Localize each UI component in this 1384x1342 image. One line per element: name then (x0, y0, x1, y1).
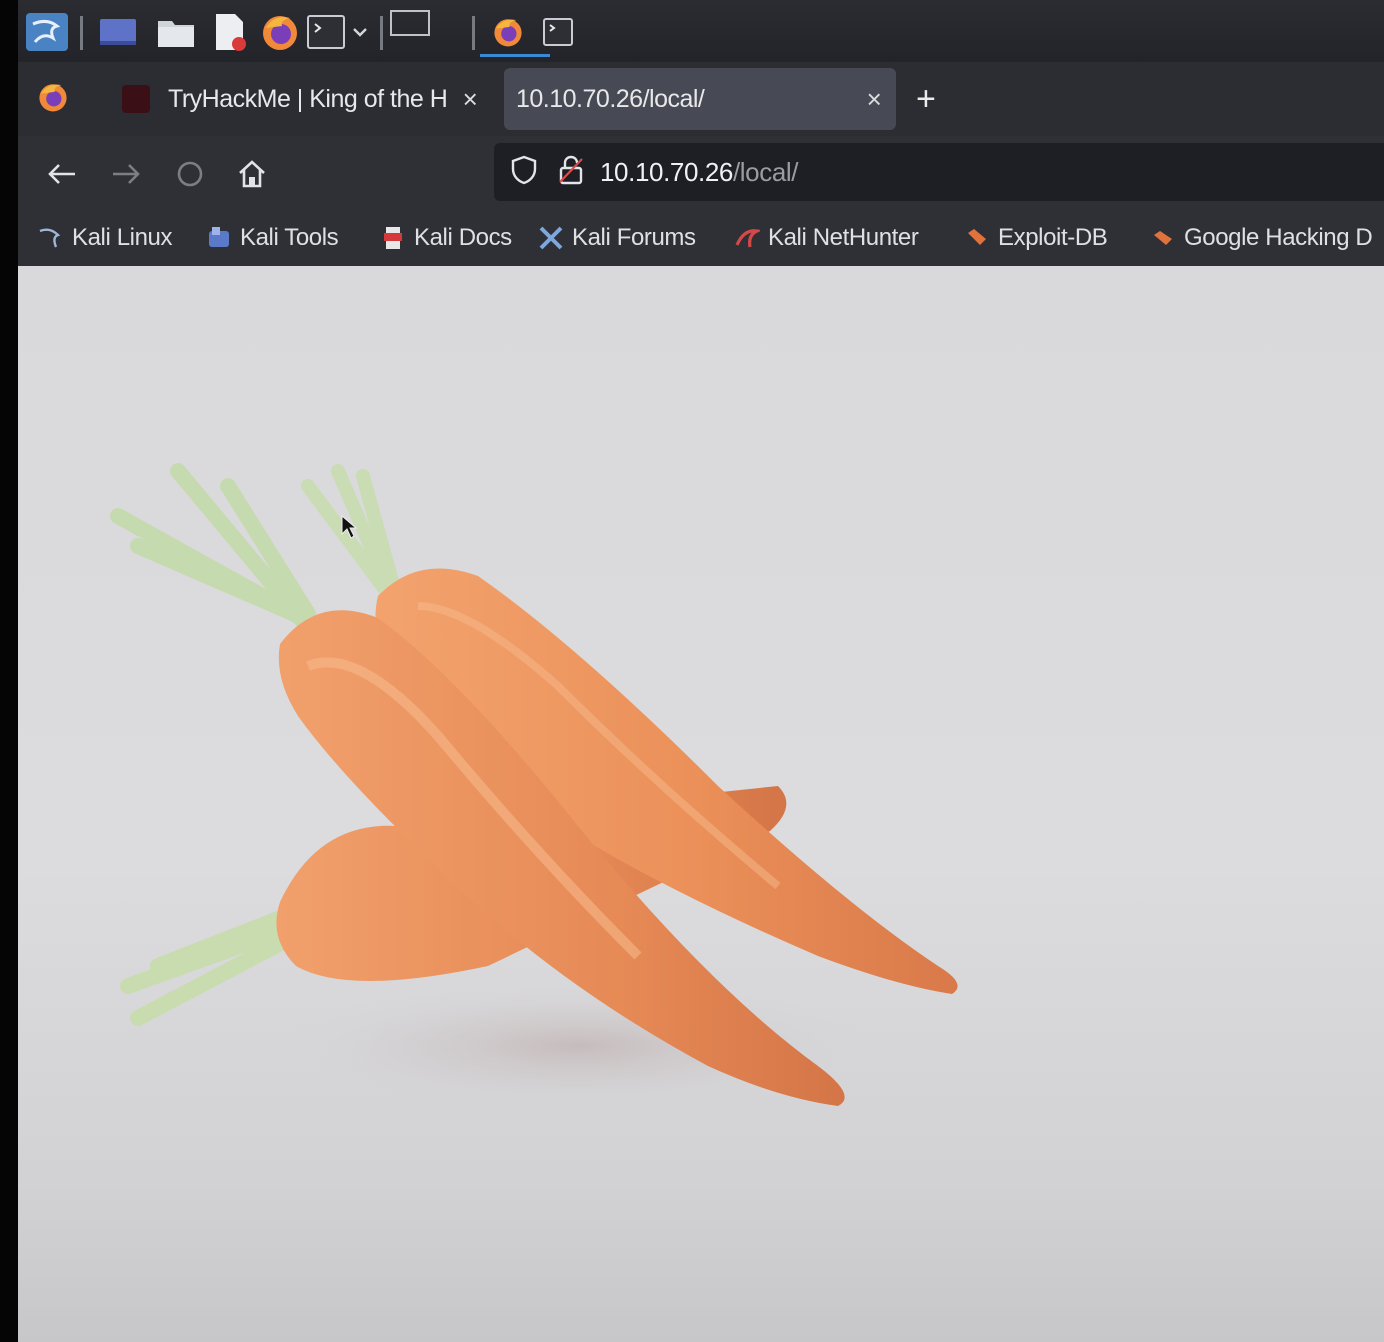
url-path: /local/ (732, 156, 799, 187)
back-icon[interactable] (42, 154, 82, 194)
url-text[interactable]: 10.10.70.26/local/ (600, 157, 798, 188)
url-host: 10.10.70.26 (600, 156, 733, 187)
bookmark-kali-tools[interactable]: Kali Tools (206, 222, 339, 254)
tryhackme-favicon-icon (122, 85, 150, 113)
bookmark-label: Google Hacking D (1184, 224, 1373, 251)
tab-local[interactable]: 10.10.70.26/local/ × (504, 68, 896, 130)
tab-bar: TryHackMe | King of the H × 10.10.70.26/… (18, 62, 1384, 136)
tab-label: 10.10.70.26/local/ (516, 84, 705, 113)
taskbar-separator (472, 16, 475, 50)
home-icon[interactable] (232, 154, 272, 194)
folder-icon[interactable] (154, 12, 198, 52)
taskbar-separator (380, 16, 383, 50)
bookmark-kali-linux[interactable]: Kali Linux (38, 222, 172, 254)
firefox-window-icon[interactable] (488, 12, 528, 52)
bookmark-label: Kali Linux (72, 224, 173, 251)
kali-nethunter-icon (734, 225, 763, 251)
bookmarks-toolbar: Kali Linux Kali Tools Kali Docs Kali For… (18, 208, 1384, 266)
page-content (18, 266, 1384, 1342)
forward-icon[interactable] (106, 154, 146, 194)
lock-insecure-icon[interactable] (558, 155, 584, 190)
google-hacking-icon (1150, 225, 1176, 251)
close-icon[interactable]: × (852, 84, 896, 115)
bookmark-kali-forums[interactable]: Kali Forums (538, 222, 696, 254)
kali-linux-icon (38, 225, 64, 251)
bookmark-label: Kali Tools (240, 224, 339, 251)
kali-docs-icon (380, 225, 406, 251)
mouse-cursor-icon (340, 514, 358, 545)
carrots-photo (110, 463, 958, 1116)
kali-forums-icon (538, 225, 564, 251)
tracking-shield-icon[interactable] (510, 155, 538, 190)
tab-label: TryHackMe | King of the H (168, 84, 448, 113)
chevron-down-icon[interactable] (350, 12, 370, 52)
close-icon[interactable]: × (448, 84, 492, 115)
bookmark-google-hacking[interactable]: Google Hacking D (1150, 222, 1373, 254)
bookmark-exploit-db[interactable]: Exploit-DB (964, 222, 1108, 254)
bookmark-label: Exploit-DB (998, 224, 1108, 251)
desktop-icon[interactable] (96, 12, 140, 52)
terminal-window-icon[interactable] (538, 12, 578, 52)
navigation-bar: 10.10.70.26/local/ (18, 136, 1384, 208)
text-editor-icon[interactable] (210, 12, 250, 52)
tab-tryhackme[interactable]: TryHackMe | King of the H × (110, 68, 492, 130)
screen-frame: TryHackMe | King of the H × 10.10.70.26/… (0, 0, 1384, 1342)
taskbar (18, 0, 1384, 62)
firefox-view-icon[interactable] (36, 80, 70, 119)
kali-menu-icon[interactable] (24, 12, 70, 52)
bookmark-label: Kali NetHunter (768, 224, 919, 251)
kali-tools-icon (206, 225, 232, 251)
bookmark-kali-nethunter[interactable]: Kali NetHunter (734, 222, 919, 254)
bookmark-label: Kali Docs (414, 224, 512, 251)
exploit-db-icon (964, 225, 990, 251)
terminal-icon[interactable] (304, 12, 348, 52)
new-tab-button[interactable]: + (916, 80, 936, 118)
url-bar[interactable]: 10.10.70.26/local/ (494, 143, 1384, 201)
bookmark-label: Kali Forums (572, 224, 696, 251)
reload-icon[interactable] (170, 154, 210, 194)
bookmark-kali-docs[interactable]: Kali Docs (380, 222, 512, 254)
workspace-icon[interactable] (388, 4, 432, 44)
active-window-indicator (480, 54, 550, 57)
taskbar-separator (80, 16, 83, 50)
firefox-icon[interactable] (258, 12, 302, 52)
